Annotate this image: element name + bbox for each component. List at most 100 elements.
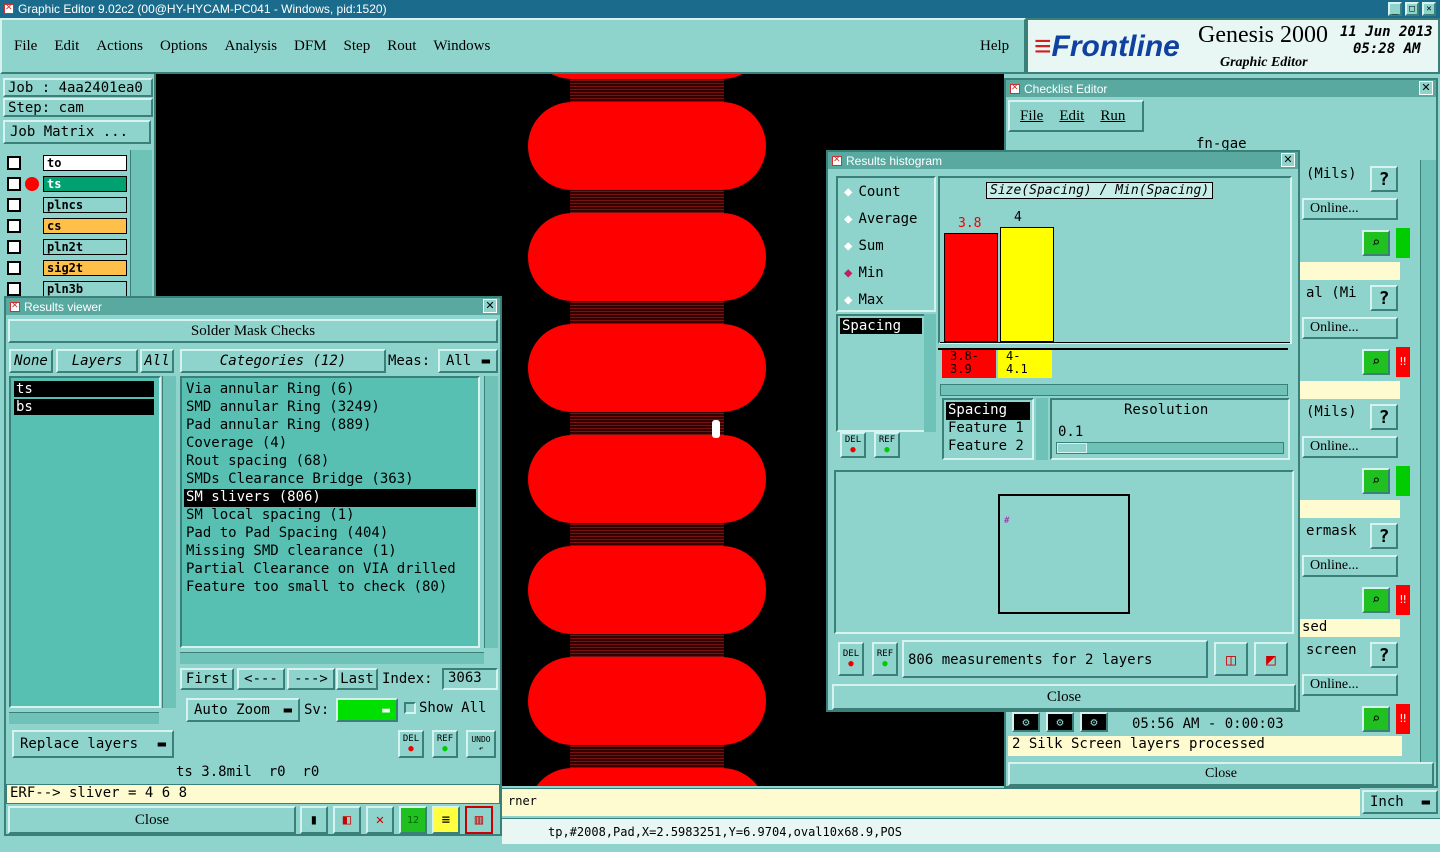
category-item[interactable]: SM slivers (806) bbox=[184, 489, 476, 507]
layer-checkbox[interactable] bbox=[7, 155, 21, 170]
histogram-bar[interactable] bbox=[1000, 226, 1054, 342]
menu-step[interactable]: Step bbox=[344, 38, 371, 55]
layers-hscroll[interactable] bbox=[9, 712, 159, 724]
results-viewer-close-button[interactable]: Close bbox=[8, 806, 296, 834]
layer-checkbox[interactable] bbox=[7, 176, 21, 191]
no-ref-icon[interactable]: ✕ bbox=[366, 806, 394, 834]
index-input[interactable]: 3063 bbox=[442, 668, 498, 690]
fields-list[interactable]: Spacing Feature 1 Feature 2 bbox=[942, 398, 1034, 460]
category-item[interactable]: SMDs Clearance Bridge (363) bbox=[184, 471, 476, 489]
menu-file[interactable]: File bbox=[14, 38, 37, 55]
category-item[interactable]: Pad to Pad Spacing (404) bbox=[184, 525, 476, 543]
zoom-out-feature-icon[interactable]: ◩ bbox=[1254, 642, 1288, 676]
check-help-button[interactable]: ? bbox=[1370, 404, 1398, 430]
results-layer-item[interactable]: bs bbox=[14, 399, 154, 415]
menu-edit[interactable]: Edit bbox=[54, 38, 79, 55]
fields-vscroll[interactable] bbox=[1036, 398, 1048, 460]
export-icon[interactable]: ◧ bbox=[333, 806, 361, 834]
report-icon[interactable]: ≡ bbox=[432, 806, 460, 834]
category-item[interactable]: Pad annular Ring (889) bbox=[184, 417, 476, 435]
check-zoom-icon[interactable]: ⌕ bbox=[1362, 587, 1390, 613]
mode-option-count[interactable]: ◆ Count bbox=[838, 178, 934, 205]
online-button[interactable]: Online... bbox=[1302, 198, 1398, 220]
histogram-close-icon[interactable]: ✕ bbox=[1281, 153, 1295, 167]
online-button[interactable]: Online... bbox=[1302, 674, 1398, 696]
del-button[interactable]: DEL ● bbox=[398, 730, 424, 758]
checklist-menu-run[interactable]: Run bbox=[1100, 108, 1125, 125]
prev-button[interactable]: <--- bbox=[237, 668, 285, 690]
mode-option-max[interactable]: ◆ Max bbox=[838, 286, 934, 313]
layers-button[interactable]: Layers bbox=[56, 349, 138, 373]
category-item[interactable]: SMD annular Ring (3249) bbox=[184, 399, 476, 417]
layer-row[interactable]: pln2t bbox=[3, 236, 127, 257]
mode-option-average[interactable]: ◆ Average bbox=[838, 205, 934, 232]
checklist-menu-file[interactable]: File bbox=[1020, 108, 1043, 125]
layer-row[interactable]: cs bbox=[3, 215, 127, 236]
check-help-button[interactable]: ? bbox=[1370, 166, 1398, 192]
auto-zoom-select[interactable]: Auto Zoom ▬ bbox=[186, 698, 300, 722]
attr-vscroll[interactable] bbox=[924, 314, 936, 432]
none-button[interactable]: None bbox=[9, 349, 53, 373]
category-item[interactable]: Coverage (4) bbox=[184, 435, 476, 453]
checklist-menu-edit[interactable]: Edit bbox=[1059, 108, 1084, 125]
layer-scrollbar[interactable] bbox=[130, 150, 152, 300]
menu-windows[interactable]: Windows bbox=[433, 38, 490, 55]
category-item[interactable]: Via annular Ring (6) bbox=[184, 381, 476, 399]
close-window-button[interactable]: ✕ bbox=[1422, 2, 1436, 16]
check-zoom-icon[interactable]: ⌕ bbox=[1362, 349, 1390, 375]
check-help-button[interactable]: ? bbox=[1370, 642, 1398, 668]
check-zoom-icon[interactable]: ⌕ bbox=[1362, 706, 1390, 732]
menu-dfm[interactable]: DFM bbox=[294, 38, 327, 55]
meas-select[interactable]: All ▬ bbox=[438, 349, 498, 373]
histogram-bar[interactable] bbox=[944, 232, 998, 342]
categories-hscroll[interactable] bbox=[180, 652, 484, 664]
category-item[interactable]: SM local spacing (1) bbox=[184, 507, 476, 525]
minimize-button[interactable]: _ bbox=[1388, 2, 1402, 16]
undo-button[interactable]: UNDO ↶ bbox=[466, 730, 496, 758]
one-two-icon[interactable]: 12 bbox=[399, 806, 427, 834]
category-item[interactable]: Partial Clearance on VIA drilled bbox=[184, 561, 476, 579]
category-item[interactable]: Missing SMD clearance (1) bbox=[184, 543, 476, 561]
field-item[interactable]: Feature 2 bbox=[946, 438, 1030, 456]
online-button[interactable]: Online... bbox=[1302, 317, 1398, 339]
check-zoom-icon[interactable]: ⌕ bbox=[1362, 468, 1390, 494]
layer-row[interactable]: ts bbox=[3, 173, 127, 194]
categories-button[interactable]: Categories (12) bbox=[180, 349, 386, 373]
categories-vscroll[interactable] bbox=[484, 376, 498, 648]
sv-color-select[interactable]: ▬ bbox=[336, 698, 398, 722]
hist-del-button[interactable]: DEL ● bbox=[840, 432, 866, 458]
layer-row[interactable]: sig2t bbox=[3, 257, 127, 278]
menu-analysis[interactable]: Analysis bbox=[225, 38, 278, 55]
checklist-close-button[interactable]: Close bbox=[1008, 762, 1434, 786]
layer-checkbox[interactable] bbox=[7, 281, 21, 296]
field-item[interactable]: Spacing bbox=[946, 402, 1030, 420]
field-item[interactable]: Feature 1 bbox=[946, 420, 1030, 438]
layer-row[interactable]: to bbox=[3, 152, 127, 173]
next-button[interactable]: ---> bbox=[287, 668, 335, 690]
layers-listbox[interactable]: ts bs bbox=[9, 376, 161, 708]
category-item[interactable]: Rout spacing (68) bbox=[184, 453, 476, 471]
check-help-button[interactable]: ? bbox=[1370, 285, 1398, 311]
zoom-in-feature-icon[interactable]: ◫ bbox=[1214, 642, 1248, 676]
check-help-button[interactable]: ? bbox=[1370, 523, 1398, 549]
resolution-slider[interactable] bbox=[1056, 442, 1284, 454]
hist-ref-button[interactable]: REF ● bbox=[874, 432, 900, 458]
ref-button[interactable]: REF ● bbox=[432, 730, 458, 758]
run-icon[interactable]: ⚙ bbox=[1012, 712, 1040, 732]
replace-layers-select[interactable]: Replace layers ▬ bbox=[12, 730, 174, 758]
layer-checkbox[interactable] bbox=[7, 218, 21, 233]
menu-actions[interactable]: Actions bbox=[96, 38, 143, 55]
attr-item[interactable]: Spacing bbox=[840, 318, 922, 334]
run-icon[interactable]: ⚙ bbox=[1046, 712, 1074, 732]
layer-checkbox[interactable] bbox=[7, 239, 21, 254]
chart-hscroll[interactable] bbox=[940, 384, 1288, 396]
category-item[interactable]: Feature too small to check (80) bbox=[184, 579, 476, 597]
mode-option-min[interactable]: ◆ Min bbox=[838, 259, 934, 286]
online-button[interactable]: Online... bbox=[1302, 555, 1398, 577]
histogram-icon[interactable]: ▥ bbox=[465, 806, 493, 834]
checklist-vscroll[interactable] bbox=[1420, 160, 1436, 762]
preview-ref-button[interactable]: REF ● bbox=[872, 642, 898, 676]
layers-vscroll[interactable] bbox=[162, 376, 176, 708]
run-icon[interactable]: ⚙ bbox=[1080, 712, 1108, 732]
mode-option-sum[interactable]: ◆ Sum bbox=[838, 232, 934, 259]
